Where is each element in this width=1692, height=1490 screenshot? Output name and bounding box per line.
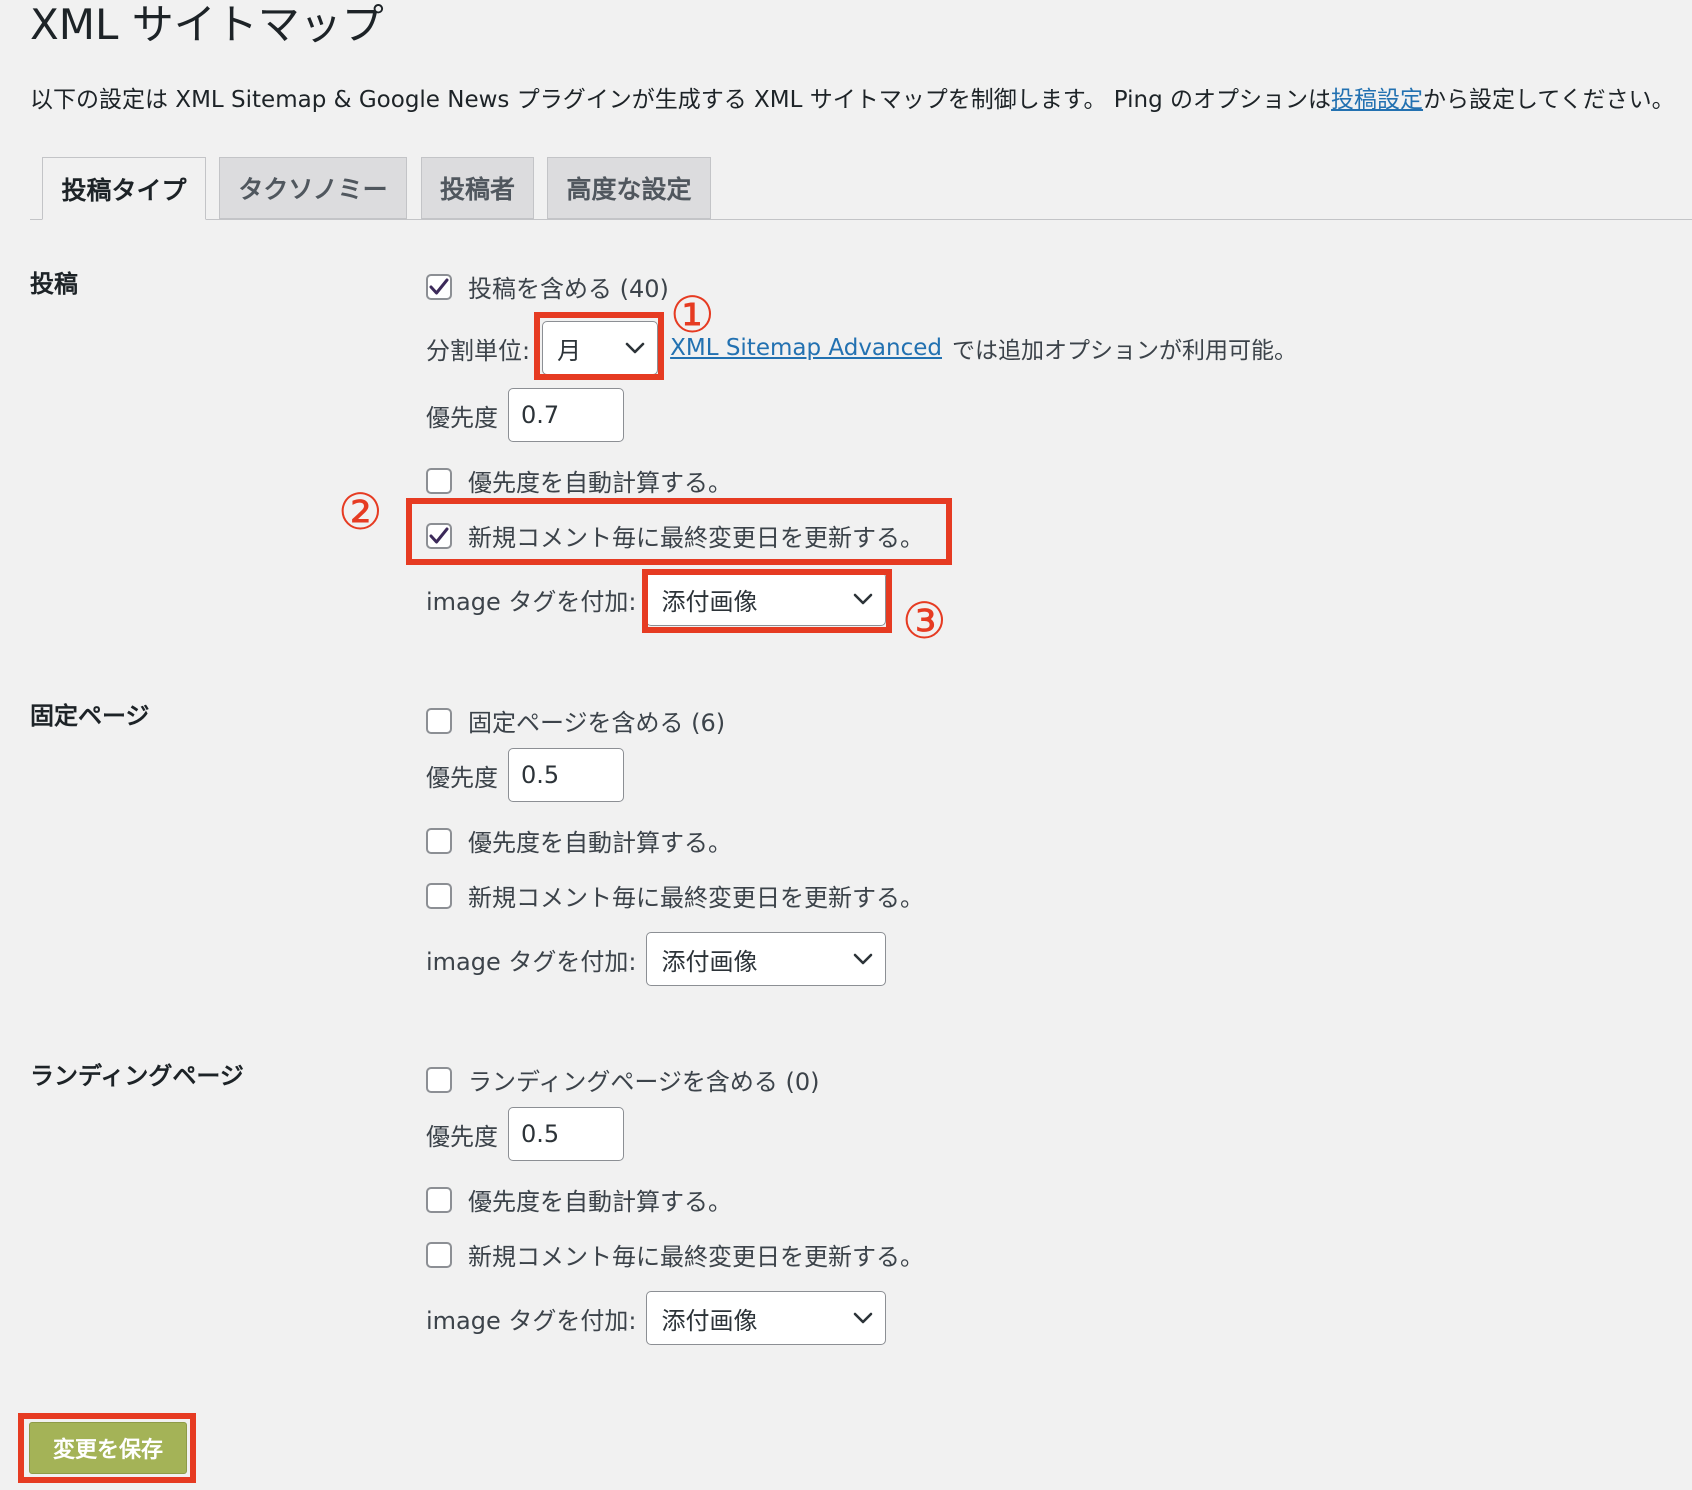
landing-auto-priority-row: 優先度を自動計算する。 xyxy=(426,1182,732,1217)
post-auto-priority-checkbox[interactable] xyxy=(426,467,452,494)
page-update-comment-row: 新規コメント毎に最終変更日を更新する。 xyxy=(426,878,924,913)
checkmark-icon xyxy=(429,278,449,294)
save-changes-button[interactable]: 変更を保存 xyxy=(29,1422,187,1474)
post-image-select-value: 添付画像 xyxy=(661,587,758,616)
post-split-row: 分割単位: 月 XML Sitemap Advanced では追加オプションが利… xyxy=(426,321,1297,375)
page-update-comment-label: 新規コメント毎に最終変更日を更新する。 xyxy=(468,884,924,912)
post-settings-link[interactable]: 投稿設定 xyxy=(1331,87,1423,113)
page-auto-priority-label: 優先度を自動計算する。 xyxy=(468,829,732,857)
section-label-landing: ランディングページ xyxy=(30,1062,244,1090)
priority-label: 優先度 xyxy=(426,763,498,792)
annotation-number-2: ② xyxy=(338,483,383,541)
post-image-row: image タグを付加: 添付画像 xyxy=(426,572,887,626)
landing-update-comment-row: 新規コメント毎に最終変更日を更新する。 xyxy=(426,1237,924,1272)
priority-label: 優先度 xyxy=(426,1122,498,1151)
chevron-down-icon xyxy=(854,593,873,605)
page-auto-priority-checkbox[interactable] xyxy=(426,827,452,854)
landing-update-comment-checkbox[interactable] xyxy=(426,1241,452,1268)
split-select-value: 月 xyxy=(557,336,582,365)
intro-text: 以下の設定は XML Sitemap & Google News プラグインが生… xyxy=(30,80,1675,120)
page-include-label: 固定ページを含める (6) xyxy=(468,709,726,737)
page-priority-input[interactable]: 0.5 xyxy=(508,748,624,802)
chevron-down-icon xyxy=(625,342,645,354)
page-image-select[interactable]: 添付画像 xyxy=(646,932,887,986)
priority-label: 優先度 xyxy=(426,403,498,432)
landing-priority-row: 優先度 0.5 xyxy=(426,1107,624,1161)
post-include-checkbox[interactable] xyxy=(426,273,452,300)
page-include-row: 固定ページを含める (6) xyxy=(426,703,725,738)
page-image-row: image タグを付加: 添付画像 xyxy=(426,932,887,986)
post-image-select[interactable]: 添付画像 xyxy=(646,572,887,626)
image-tag-label: image タグを付加: xyxy=(426,947,637,976)
page-include-checkbox[interactable] xyxy=(426,707,452,734)
post-include-label: 投稿を含める (40) xyxy=(468,275,669,303)
image-tag-label: image タグを付加: xyxy=(426,587,637,616)
tab-authors[interactable]: 投稿者 xyxy=(421,157,534,219)
annotation-number-1: ① xyxy=(670,286,715,344)
post-include-row: 投稿を含める (40) xyxy=(426,269,669,304)
split-label: 分割単位: xyxy=(426,336,531,365)
landing-include-label: ランディングページを含める (0) xyxy=(468,1068,820,1096)
landing-image-row: image タグを付加: 添付画像 xyxy=(426,1291,887,1345)
post-priority-row: 優先度 0.7 xyxy=(426,388,624,442)
intro-suffix: から設定してください。 xyxy=(1423,87,1675,113)
intro-body: 以下の設定は XML Sitemap & Google News プラグインが生… xyxy=(30,87,1332,113)
tabs-divider xyxy=(30,219,1692,220)
landing-update-comment-label: 新規コメント毎に最終変更日を更新する。 xyxy=(468,1243,924,1271)
landing-priority-input[interactable]: 0.5 xyxy=(508,1107,624,1161)
image-tag-label: image タグを付加: xyxy=(426,1306,637,1335)
page-image-select-value: 添付画像 xyxy=(661,947,758,976)
landing-auto-priority-label: 優先度を自動計算する。 xyxy=(468,1188,732,1216)
landing-auto-priority-checkbox[interactable] xyxy=(426,1186,452,1213)
post-auto-priority-row: 優先度を自動計算する。 xyxy=(426,463,732,498)
page-auto-priority-row: 優先度を自動計算する。 xyxy=(426,823,732,858)
landing-include-row: ランディングページを含める (0) xyxy=(426,1062,819,1097)
section-label-post: 投稿 xyxy=(30,270,78,298)
post-update-comment-checkbox[interactable] xyxy=(426,522,452,549)
tab-taxonomies[interactable]: タクソノミー xyxy=(219,157,407,219)
tab-post-types[interactable]: 投稿タイプ xyxy=(42,157,206,220)
chevron-down-icon xyxy=(854,953,873,965)
post-update-comment-label: 新規コメント毎に最終変更日を更新する。 xyxy=(468,524,924,552)
page-title: XML サイトマップ xyxy=(30,0,384,49)
split-select[interactable]: 月 xyxy=(542,321,659,375)
landing-image-select[interactable]: 添付画像 xyxy=(646,1291,887,1345)
section-label-page: 固定ページ xyxy=(30,702,150,730)
page-priority-row: 優先度 0.5 xyxy=(426,748,624,802)
post-auto-priority-label: 優先度を自動計算する。 xyxy=(468,469,732,497)
landing-include-checkbox[interactable] xyxy=(426,1066,452,1093)
annotation-number-3: ③ xyxy=(902,592,947,650)
tab-advanced[interactable]: 高度な設定 xyxy=(547,157,711,219)
page-update-comment-checkbox[interactable] xyxy=(426,882,452,909)
checkmark-icon xyxy=(429,527,449,543)
post-update-comment-row: 新規コメント毎に最終変更日を更新する。 xyxy=(426,518,924,553)
landing-image-select-value: 添付画像 xyxy=(661,1306,758,1335)
advanced-suffix: では追加オプションが利用可能。 xyxy=(952,338,1297,364)
chevron-down-icon xyxy=(854,1312,873,1324)
post-priority-input[interactable]: 0.7 xyxy=(508,388,624,442)
